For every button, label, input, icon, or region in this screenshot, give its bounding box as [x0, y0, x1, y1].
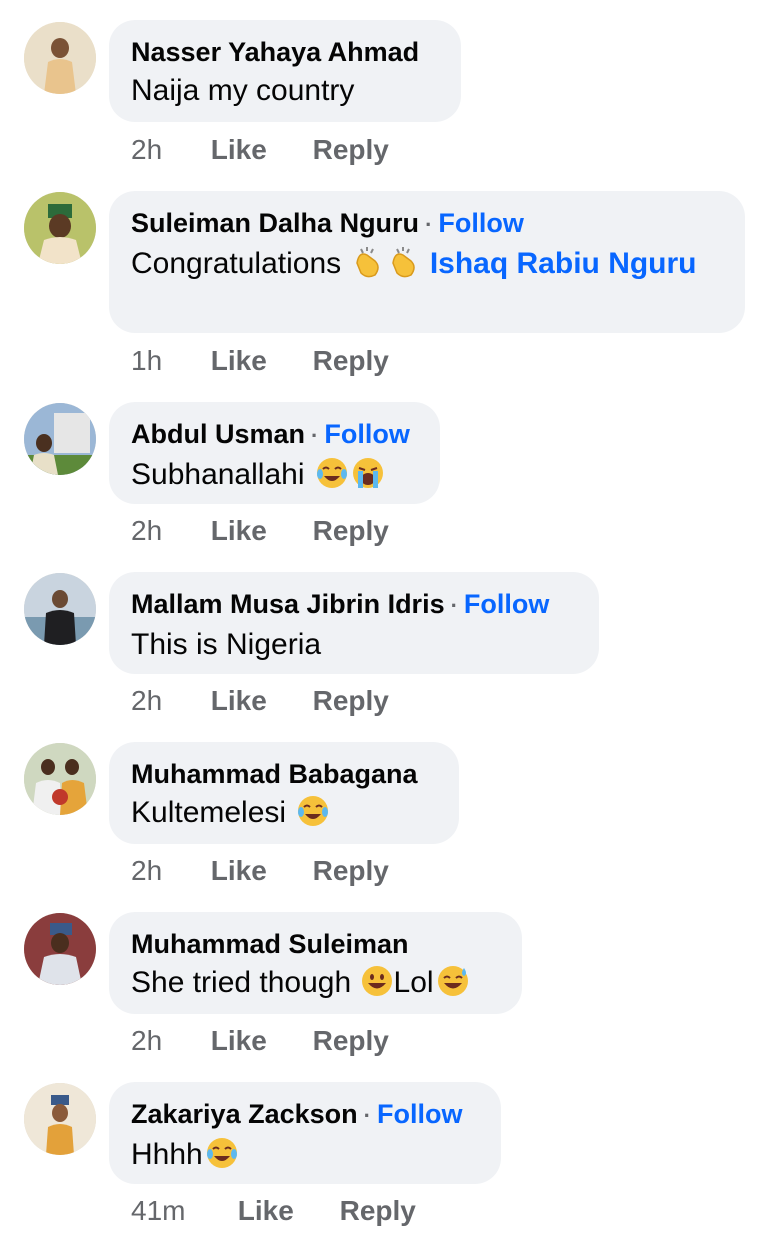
avatar[interactable] — [24, 743, 96, 815]
tears-of-joy-emoji-icon — [296, 794, 330, 828]
commenter-name[interactable]: Muhammad Suleiman — [131, 929, 409, 959]
mention-link[interactable]: Ishaq Rabiu Nguru — [430, 247, 697, 280]
comment-bubble: Muhammad Babagana Kultemelesi — [109, 742, 459, 844]
separator-dot: · — [425, 212, 433, 237]
reply-button[interactable]: Reply — [313, 1024, 389, 1058]
comment-text: Hhhh — [131, 1138, 203, 1171]
separator-dot: · — [311, 423, 319, 448]
avatar[interactable] — [24, 913, 96, 985]
comment-bubble: Abdul Usman · Follow Subhanallahi — [109, 402, 440, 504]
comment-timestamp[interactable]: 2h — [131, 514, 203, 548]
like-button[interactable]: Like — [211, 684, 267, 718]
separator-dot: · — [363, 1103, 371, 1128]
comment-text: Naija my country — [131, 74, 355, 107]
like-button[interactable]: Like — [211, 514, 267, 548]
clapping-hands-emoji-icon — [351, 245, 385, 279]
separator-dot: · — [450, 593, 458, 618]
comment-timestamp[interactable]: 2h — [131, 1024, 203, 1058]
commenter-name[interactable]: Abdul Usman — [131, 419, 305, 449]
reply-button[interactable]: Reply — [340, 1194, 416, 1228]
comment-bubble: Suleiman Dalha Nguru · Follow Congratulati… — [109, 191, 745, 333]
comment-bubble: Mallam Musa Jibrin Idris · Follow This is … — [109, 572, 599, 674]
comment-timestamp[interactable]: 2h — [131, 854, 203, 888]
commenter-name[interactable]: Muhammad Babagana — [131, 759, 418, 789]
comment-text: She tried though — [131, 966, 352, 999]
comment-timestamp[interactable]: 2h — [131, 684, 203, 718]
tears-of-joy-emoji-icon — [205, 1136, 239, 1170]
like-button[interactable]: Like — [238, 1194, 294, 1228]
avatar[interactable] — [24, 403, 96, 475]
clapping-hands-emoji-icon — [387, 245, 421, 279]
reply-button[interactable]: Reply — [313, 514, 389, 548]
commenter-name[interactable]: Nasser Yahaya Ahmad — [131, 37, 419, 67]
like-button[interactable]: Like — [211, 133, 267, 167]
comment-timestamp[interactable]: 41m — [131, 1194, 230, 1228]
reply-button[interactable]: Reply — [313, 133, 389, 167]
reply-button[interactable]: Reply — [313, 854, 389, 888]
grinning-sweat-emoji-icon — [436, 964, 470, 998]
follow-button[interactable]: Follow — [324, 419, 409, 449]
tears-of-joy-emoji-icon — [315, 456, 349, 490]
avatar[interactable] — [24, 1083, 96, 1155]
comment-bubble: Nasser Yahaya Ahmad Naija my country — [109, 20, 461, 122]
follow-button[interactable]: Follow — [438, 208, 523, 238]
avatar[interactable] — [24, 22, 96, 94]
comment-bubble: Zakariya Zackson · Follow Hhhh — [109, 1082, 501, 1184]
commenter-name[interactable]: Mallam Musa Jibrin Idris — [131, 589, 445, 619]
comment-text: This is Nigeria — [131, 628, 322, 661]
avatar[interactable] — [24, 573, 96, 645]
comment-text: Congratulations — [131, 247, 342, 280]
reply-button[interactable]: Reply — [313, 684, 389, 718]
comment-text: Subhanallahi — [131, 458, 305, 491]
loudly-crying-emoji-icon — [351, 456, 385, 490]
grinning-face-emoji-icon — [360, 964, 394, 998]
like-button[interactable]: Like — [211, 344, 267, 378]
comment-timestamp[interactable]: 1h — [131, 344, 203, 378]
comment-text: Kultemelesi — [131, 796, 287, 829]
comment-text-suffix: Lol — [393, 966, 434, 999]
like-button[interactable]: Like — [211, 854, 267, 888]
comment-bubble: Muhammad Suleiman She tried though Lol — [109, 912, 522, 1014]
follow-button[interactable]: Follow — [377, 1099, 462, 1129]
commenter-name[interactable]: Suleiman Dalha Nguru — [131, 208, 419, 238]
reply-button[interactable]: Reply — [313, 344, 389, 378]
commenter-name[interactable]: Zakariya Zackson — [131, 1099, 358, 1129]
follow-button[interactable]: Follow — [464, 589, 549, 619]
avatar[interactable] — [24, 192, 96, 264]
like-button[interactable]: Like — [211, 1024, 267, 1058]
comment-timestamp[interactable]: 2h — [131, 133, 203, 167]
